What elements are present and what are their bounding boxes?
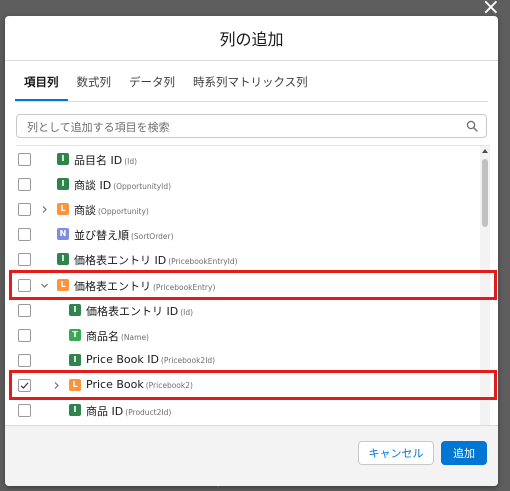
scroll-up-arrow-icon[interactable]	[482, 149, 488, 153]
field-checkbox[interactable]	[18, 378, 31, 392]
field-type-icon: I	[69, 404, 81, 416]
field-label: 品目名 ID (Id)	[74, 152, 137, 168]
scrollbar-thumb[interactable]	[482, 159, 488, 227]
field-label: 商談 (Opportunity)	[74, 202, 149, 218]
field-row[interactable]: L Price Book (Pricebook2)	[16, 373, 480, 398]
field-search-box	[16, 114, 487, 138]
column-type-tabs: 項目列 数式列 データ列 時系列マトリックス列	[15, 71, 488, 102]
field-type-icon: L	[57, 203, 69, 216]
field-name: Price Book ID	[86, 352, 159, 366]
field-label: 価格表エントリ ID (Id)	[86, 303, 193, 319]
scrollbar[interactable]	[480, 146, 490, 436]
field-name: 商品 ID	[86, 405, 124, 418]
field-checkbox[interactable]	[18, 353, 31, 367]
cancel-button[interactable]: キャンセル	[358, 441, 434, 465]
field-name: 品目名 ID	[74, 154, 123, 167]
field-row[interactable]: I 商品 ID (Product2Id)	[16, 398, 480, 423]
field-label: 商品 ID (Product2Id)	[86, 403, 171, 419]
add-button[interactable]: 追加	[441, 441, 487, 465]
chevron-right-icon[interactable]	[52, 381, 61, 390]
field-api-name: (PricebookEntryId)	[168, 257, 238, 267]
search-icon[interactable]	[466, 120, 478, 132]
dialog-title: 列の追加	[219, 30, 284, 49]
field-name: 価格表エントリ	[74, 279, 151, 293]
chevron-down-icon[interactable]	[40, 281, 49, 290]
field-list[interactable]: I 品目名 ID (Id) I 商談 ID (OpportunityId) L 商談 (Oppo…	[16, 145, 490, 436]
field-label: 並び替え順 (SortOrder)	[74, 227, 174, 243]
tab-field-columns[interactable]: 項目列	[15, 74, 68, 101]
field-row[interactable]: I Price Book ID (Pricebook2Id)	[16, 348, 480, 373]
field-checkbox[interactable]	[18, 303, 31, 317]
field-api-name: (Product2Id)	[125, 408, 172, 417]
field-name: 価格表エントリ ID	[74, 254, 167, 268]
field-api-name: (Pricebook2Id)	[160, 355, 216, 365]
field-label: 商談 ID (OpportunityId)	[74, 177, 171, 193]
field-checkbox[interactable]	[18, 203, 31, 217]
field-name: 商談	[74, 204, 96, 218]
field-row[interactable]: I 商談 ID (OpportunityId)	[16, 172, 480, 197]
field-checkbox[interactable]	[18, 404, 31, 417]
field-name: 並び替え順	[74, 229, 129, 243]
field-label: 価格表エントリ (PricebookEntry)	[74, 278, 215, 294]
chevron-right-icon[interactable]	[40, 205, 49, 214]
field-name: Price Book	[86, 377, 144, 391]
field-type-icon: T	[69, 328, 81, 341]
field-row[interactable]: L 価格表エントリ (PricebookEntry)	[16, 273, 480, 298]
field-label: Price Book (Pricebook2)	[86, 378, 193, 391]
field-row[interactable]: I 価格表エントリ ID (Id)	[16, 298, 480, 323]
field-label: 価格表エントリ ID (PricebookEntryId)	[74, 252, 238, 268]
add-column-dialog: 列の追加 項目列 数式列 データ列 時系列マトリックス列 I品目名 ID(Id)…	[5, 16, 498, 486]
field-checkbox[interactable]	[18, 328, 31, 342]
field-api-name: (Id)	[180, 307, 194, 317]
field-search-input[interactable]	[25, 116, 469, 138]
dialog-footer: キャンセル 追加	[5, 425, 498, 486]
field-checkbox[interactable]	[18, 178, 31, 192]
field-api-name: (SortOrder)	[131, 232, 174, 242]
field-label: 商品名 (Name)	[86, 328, 149, 344]
field-label: Price Book ID (Pricebook2Id)	[86, 353, 215, 366]
tab-data-columns[interactable]: データ列	[120, 74, 184, 101]
field-type-icon: I	[57, 253, 69, 266]
field-checkbox[interactable]	[18, 278, 31, 292]
field-api-name: (OpportunityId)	[113, 182, 172, 192]
dialog-header: 列の追加	[5, 16, 498, 61]
field-type-icon: I	[69, 353, 81, 366]
field-checkbox[interactable]	[18, 253, 31, 267]
field-checkbox[interactable]	[18, 228, 31, 242]
field-api-name: (Opportunity)	[98, 207, 149, 217]
tab-time-series-matrix-columns[interactable]: 時系列マトリックス列	[184, 74, 317, 101]
field-row[interactable]: I 品目名 ID (Id)	[16, 147, 480, 172]
field-row[interactable]: T 商品名 (Name)	[16, 323, 480, 348]
field-api-name: (Id)	[124, 157, 138, 166]
field-api-name: (Pricebook2)	[145, 380, 193, 390]
field-type-icon: I	[57, 178, 69, 191]
field-type-icon: L	[57, 278, 69, 291]
field-row[interactable]: L 商談 (Opportunity)	[16, 197, 480, 222]
field-row[interactable]: N 並び替え順 (SortOrder)	[16, 222, 480, 247]
field-api-name: (Name)	[121, 332, 149, 342]
tab-formula-columns[interactable]: 数式列	[68, 74, 121, 101]
field-name: 商品名	[86, 329, 119, 343]
field-type-icon: N	[57, 228, 69, 241]
field-type-icon: L	[69, 378, 81, 391]
field-type-icon: I	[69, 303, 81, 316]
field-type-icon: I	[57, 153, 69, 165]
check-icon	[20, 382, 29, 389]
field-row[interactable]: I 価格表エントリ ID (PricebookEntryId)	[16, 247, 480, 272]
field-api-name: (PricebookEntry)	[153, 282, 216, 292]
field-name: 商談 ID	[74, 179, 112, 193]
field-checkbox[interactable]	[18, 153, 31, 166]
field-name: 価格表エントリ ID	[86, 304, 179, 318]
